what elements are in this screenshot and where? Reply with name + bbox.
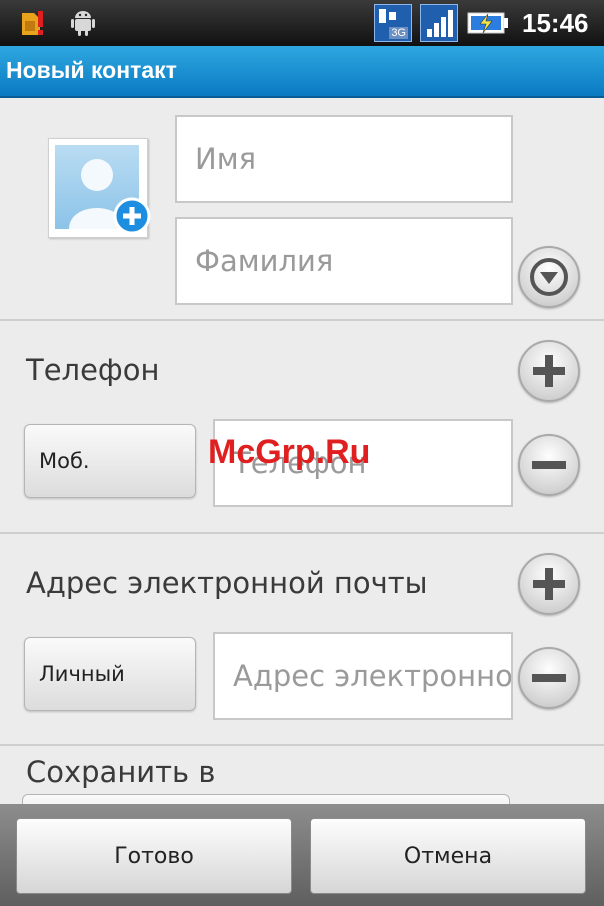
email-type-button[interactable]: Личный — [24, 637, 196, 711]
battery-charging-icon — [467, 12, 508, 34]
title-bar: Новый контакт — [0, 46, 604, 98]
add-email-button[interactable] — [518, 553, 580, 615]
email-input[interactable]: Адрес электронной почты — [213, 632, 513, 720]
android-debug-icon — [71, 11, 95, 36]
divider — [0, 319, 604, 321]
phone-type-label: Моб. — [39, 449, 90, 473]
bottom-action-bar: Готово Отмена — [0, 804, 604, 906]
first-name-placeholder: Имя — [195, 142, 257, 176]
last-name-placeholder: Фамилия — [195, 244, 334, 278]
chevron-down-circle-icon — [530, 258, 568, 296]
signal-icon — [420, 4, 458, 42]
first-name-input[interactable]: Имя — [175, 115, 513, 203]
add-phone-button[interactable] — [518, 340, 580, 402]
plus-icon — [533, 355, 565, 387]
contact-photo-button[interactable] — [48, 138, 151, 238]
minus-icon — [532, 461, 566, 469]
expand-name-button[interactable] — [518, 246, 580, 308]
clock: 15:46 — [522, 8, 589, 38]
status-bar: 3G 15:46 — [0, 0, 604, 46]
phone-section-label: Телефон — [26, 353, 160, 387]
network-3g-icon: 3G — [374, 4, 412, 42]
network-label: 3G — [389, 27, 408, 39]
done-button-label: Готово — [114, 843, 194, 869]
data-transfer-icon — [379, 9, 396, 23]
contact-form[interactable]: Имя Фамилия Телефон Моб. Телефон Адрес э… — [0, 98, 604, 804]
sim-alert-icon — [22, 11, 43, 35]
email-type-label: Личный — [39, 662, 125, 686]
watermark: McGrp.Ru — [208, 433, 371, 471]
add-photo-plus-icon — [113, 197, 151, 235]
remove-email-button[interactable] — [518, 647, 580, 709]
minus-icon — [532, 674, 566, 682]
save-to-section-label: Сохранить в — [26, 755, 216, 789]
save-to-select[interactable] — [22, 794, 510, 804]
done-button[interactable]: Готово — [16, 818, 292, 894]
divider — [0, 744, 604, 746]
page-title: Новый контакт — [6, 57, 177, 83]
plus-icon — [533, 568, 565, 600]
phone-type-button[interactable]: Моб. — [24, 424, 196, 498]
cancel-button[interactable]: Отмена — [310, 818, 586, 894]
email-section-label: Адрес электронной почты — [26, 566, 428, 600]
cancel-button-label: Отмена — [403, 843, 493, 869]
last-name-input[interactable]: Фамилия — [175, 217, 513, 305]
divider — [0, 532, 604, 534]
remove-phone-button[interactable] — [518, 434, 580, 496]
email-placeholder: Адрес электронной почты — [233, 659, 513, 693]
